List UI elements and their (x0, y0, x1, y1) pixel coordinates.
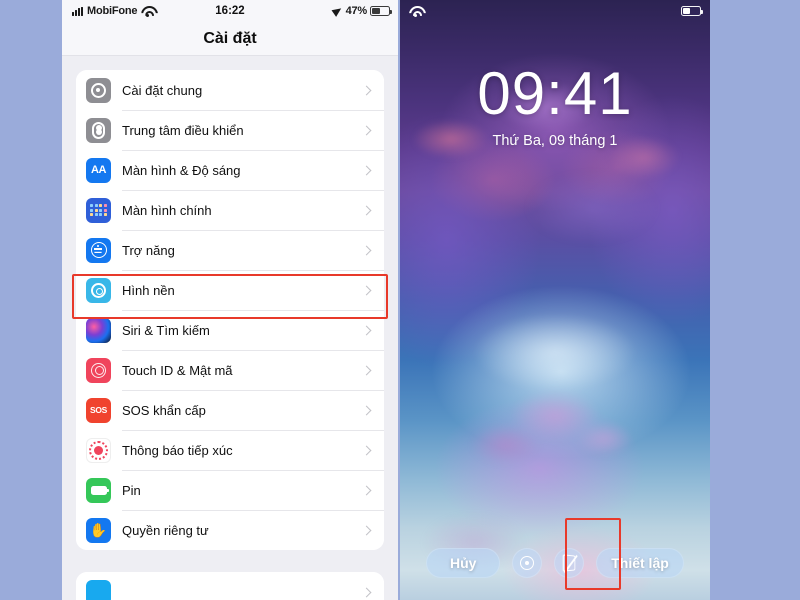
gear-icon (86, 77, 111, 103)
page-title: Cài đặt (203, 29, 257, 47)
chevron-right-icon (361, 365, 372, 375)
sidebar-item-app-store[interactable] (76, 572, 384, 600)
chevron-right-icon (361, 245, 372, 255)
lock-status-bar (400, 0, 710, 22)
chevron-right-icon (361, 325, 372, 335)
exposure-notification-icon (86, 437, 111, 463)
chevron-right-icon (361, 205, 372, 215)
sidebar-item-label: Siri & Tìm kiếm (122, 322, 210, 338)
battery-settings-icon (86, 477, 111, 503)
chevron-right-icon (361, 525, 372, 535)
chevron-right-icon (361, 85, 372, 95)
set-button[interactable]: Thiết lập (596, 548, 684, 578)
sidebar-item-home-screen[interactable]: Màn hình chính (76, 190, 384, 230)
sidebar-item-label: Touch ID & Mật mã (122, 362, 233, 378)
display-brightness-icon: AA (86, 157, 111, 183)
chevron-right-icon (361, 587, 372, 597)
sidebar-item-label: Trung tâm điều khiển (122, 122, 244, 138)
still-photo-icon (520, 556, 535, 570)
chevron-right-icon (361, 445, 372, 455)
sos-icon: SOS (86, 397, 111, 423)
lock-clock: 09:41 Thứ Ba, 09 tháng 1 (400, 60, 710, 150)
sidebar-item-privacy[interactable]: ✋ Quyền riêng tư (76, 510, 384, 550)
siri-icon (86, 317, 111, 343)
wallpaper-action-bar: Hủy Thiết lập (400, 548, 710, 578)
sidebar-item-control-center[interactable]: Trung tâm điều khiển (76, 110, 384, 150)
settings-group-primary: Cài đặt chung Trung tâm điều khiển AA Mà… (76, 70, 384, 550)
settings-navbar: Cài đặt (62, 22, 398, 56)
chevron-right-icon (361, 165, 372, 175)
sidebar-item-siri-search[interactable]: Siri & Tìm kiếm (76, 310, 384, 350)
sidebar-item-label: Pin (122, 482, 141, 498)
sidebar-item-emergency-sos[interactable]: SOS SOS khẩn cấp (76, 390, 384, 430)
home-screen-icon (86, 197, 111, 223)
sidebar-item-battery[interactable]: Pin (76, 470, 384, 510)
still-photo-button[interactable] (512, 548, 543, 578)
wallpaper-icon (86, 277, 111, 303)
accessibility-icon (86, 237, 111, 263)
lock-date: Thứ Ba, 09 tháng 1 (492, 133, 618, 149)
chevron-right-icon (361, 485, 372, 495)
sidebar-item-label: Thông báo tiếp xúc (122, 442, 233, 458)
sidebar-item-label: Màn hình chính (122, 202, 212, 218)
sidebar-item-accessibility[interactable]: Trợ năng (76, 230, 384, 270)
perspective-zoom-button[interactable] (554, 548, 585, 578)
wifi-icon (409, 6, 422, 17)
chevron-right-icon (361, 405, 372, 415)
page-root: MobiFone 16:22 47% Cài đặt Cài đặt chung (0, 0, 800, 600)
battery-percent-label: 47% (345, 5, 368, 17)
status-bar-right: 47% (333, 5, 392, 17)
settings-phone-screen: MobiFone 16:22 47% Cài đặt Cài đặt chung (62, 0, 398, 600)
lock-screen-preview: 09:41 Thứ Ba, 09 tháng 1 Hủy Thiết lập (400, 0, 710, 600)
sidebar-item-label: Cài đặt chung (122, 82, 203, 98)
sidebar-item-wallpaper[interactable]: Hình nền (76, 270, 384, 310)
privacy-hand-icon: ✋ (86, 517, 111, 543)
chevron-right-icon (361, 285, 372, 295)
battery-icon (370, 6, 392, 16)
battery-icon (681, 6, 703, 16)
sidebar-item-label: Hình nền (122, 282, 175, 298)
sidebar-item-label: SOS khẩn cấp (122, 402, 206, 418)
sidebar-item-general[interactable]: Cài đặt chung (76, 70, 384, 110)
sidebar-item-label: Trợ năng (122, 242, 175, 258)
sidebar-item-exposure-notifications[interactable]: Thông báo tiếp xúc (76, 430, 384, 470)
settings-list[interactable]: Cài đặt chung Trung tâm điều khiển AA Mà… (62, 56, 398, 600)
sidebar-item-label: Quyền riêng tư (122, 522, 209, 538)
touch-id-icon (86, 357, 111, 383)
perspective-zoom-off-icon (562, 554, 578, 574)
lock-time: 09:41 (477, 60, 633, 127)
app-store-icon (86, 579, 111, 600)
hand-glyph: ✋ (89, 522, 108, 538)
location-arrow-icon (333, 6, 343, 16)
sidebar-item-label: Màn hình & Độ sáng (122, 162, 241, 178)
chevron-right-icon (361, 125, 372, 135)
status-bar: MobiFone 16:22 47% (62, 0, 398, 22)
cancel-button[interactable]: Hủy (426, 548, 501, 578)
control-center-icon (86, 117, 111, 143)
settings-group-secondary (76, 572, 384, 600)
sidebar-item-touch-id-passcode[interactable]: Touch ID & Mật mã (76, 350, 384, 390)
sidebar-item-display-brightness[interactable]: AA Màn hình & Độ sáng (76, 150, 384, 190)
